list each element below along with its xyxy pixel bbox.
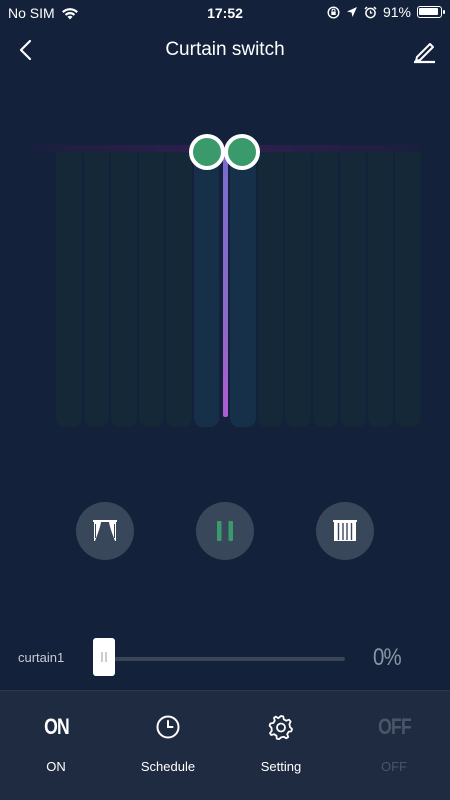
- curtain-handle-left[interactable]: [189, 134, 225, 170]
- slider-label: curtain1: [18, 650, 65, 665]
- curtain-pleat: [56, 152, 82, 427]
- curtain-visual: [30, 130, 421, 440]
- pause-icon: [217, 521, 233, 541]
- pause-button[interactable]: [196, 502, 254, 560]
- curtain-pleat: [367, 152, 393, 427]
- battery-percent: 91%: [382, 4, 411, 20]
- bottom-toolbar: ON ON Schedule Setting OFF OFF: [0, 690, 450, 800]
- tab-setting[interactable]: Setting: [236, 711, 326, 774]
- close-curtain-button[interactable]: [316, 502, 374, 560]
- tab-off-label: OFF: [381, 759, 407, 774]
- tab-schedule-label: Schedule: [140, 759, 196, 774]
- off-icon: OFF: [349, 711, 439, 743]
- curtain-pleat: [138, 152, 164, 427]
- off-icon-text: OFF: [377, 714, 412, 739]
- curtain-open-icon: [93, 520, 117, 541]
- status-right: 91%: [327, 4, 445, 20]
- open-curtain-button[interactable]: [76, 502, 134, 560]
- alarm-icon: [364, 5, 377, 18]
- grip-line: [105, 652, 107, 662]
- curtain-panel-right: [230, 152, 421, 427]
- curtain-pleat: [285, 152, 311, 427]
- curtain-handle-right[interactable]: [224, 134, 260, 170]
- curtain-position-row: curtain1 0%: [0, 636, 450, 680]
- grip-line: [101, 652, 103, 662]
- gear-icon: [236, 711, 326, 743]
- pencil-icon: [414, 43, 435, 64]
- curtain-pleat: [193, 152, 219, 427]
- curtain-pleat: [83, 152, 109, 427]
- battery-icon: [417, 6, 445, 18]
- status-bar: No SIM 17:52 91%: [0, 0, 450, 26]
- tab-setting-label: Setting: [260, 759, 302, 774]
- curtain-pleat: [230, 152, 256, 427]
- curtain-pleat: [340, 152, 366, 427]
- curtain-pleat: [395, 152, 421, 427]
- curtain-pleat: [257, 152, 283, 427]
- edit-button[interactable]: [410, 36, 438, 64]
- position-slider-thumb[interactable]: [93, 638, 115, 676]
- curtain-panel-left: [56, 152, 219, 427]
- tab-on-label: ON: [46, 759, 66, 774]
- curtain-close-icon: [333, 520, 357, 541]
- clock-icon: [123, 711, 213, 743]
- curtain-pleat: [111, 152, 137, 427]
- tab-on[interactable]: ON ON: [11, 711, 101, 774]
- on-icon-text: ON: [43, 714, 70, 739]
- page-title: Curtain switch: [165, 39, 285, 60]
- nav-bar: Curtain switch: [0, 28, 450, 72]
- slider-value: 0%: [373, 644, 402, 671]
- curtain-center-line: [223, 152, 228, 417]
- tab-off[interactable]: OFF OFF: [349, 711, 439, 774]
- on-icon: ON: [11, 711, 101, 743]
- tab-schedule[interactable]: Schedule: [123, 711, 213, 774]
- location-icon: [346, 7, 357, 17]
- curtain-pleat: [166, 152, 192, 427]
- rotation-lock-icon: [327, 5, 340, 19]
- position-slider-track[interactable]: [100, 657, 345, 661]
- curtain-pleat: [312, 152, 338, 427]
